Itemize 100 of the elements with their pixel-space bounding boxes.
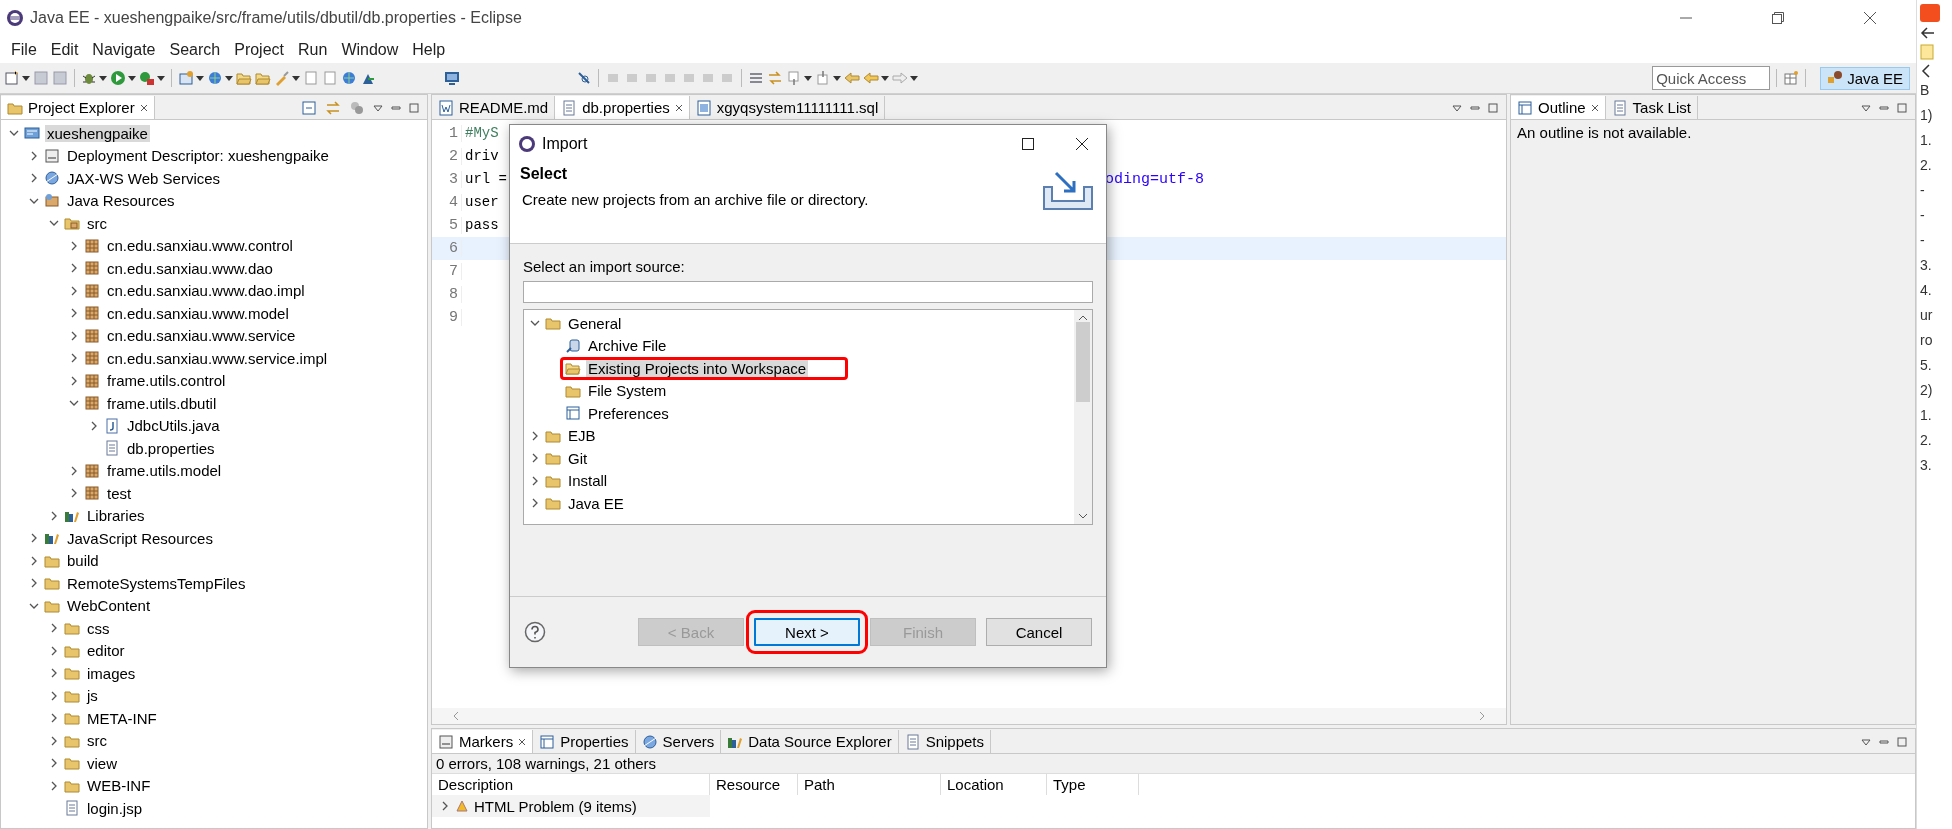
dialog-button[interactable]: Cancel <box>986 618 1092 646</box>
tree-item[interactable]: Deployment Descriptor: xueshengpaike <box>65 147 331 165</box>
globe-icon[interactable] <box>341 70 357 86</box>
menu-item[interactable]: File <box>4 40 44 59</box>
tree-item[interactable]: META-INF <box>85 709 159 727</box>
chevron-right-icon[interactable] <box>69 308 79 319</box>
tree-item[interactable]: frame.utils.model <box>105 462 224 480</box>
tree-item[interactable]: RemoteSystemsTempFiles <box>65 574 248 592</box>
chevron-right-icon[interactable] <box>89 420 99 431</box>
tree-item[interactable]: File System <box>586 382 669 400</box>
menu-item[interactable]: Help <box>405 40 453 59</box>
tree-item[interactable]: cn.edu.sanxiau.www.dao <box>105 259 275 277</box>
chevron-right-icon[interactable] <box>69 353 79 364</box>
tree-item[interactable]: xueshengpaike <box>45 124 150 142</box>
view-menu-icon[interactable] <box>1452 102 1463 113</box>
tree-item[interactable]: cn.edu.sanxiau.www.control <box>105 237 295 255</box>
tree-item[interactable]: Existing Projects into Workspace <box>586 359 809 377</box>
tree-item[interactable]: EJB <box>566 427 598 445</box>
quick-access-field[interactable]: Quick Access <box>1652 66 1771 90</box>
scroll-right-icon[interactable] <box>1478 711 1487 721</box>
tree-item[interactable]: css <box>85 619 112 637</box>
menu-item[interactable]: Project <box>227 40 291 59</box>
chevron-right-icon[interactable] <box>49 713 59 724</box>
tree-item[interactable]: editor <box>85 642 127 660</box>
column-header[interactable]: Resource <box>710 774 798 795</box>
menu-item[interactable]: Search <box>162 40 228 59</box>
chevron-right-icon[interactable] <box>29 533 39 544</box>
caret-icon[interactable] <box>196 74 204 82</box>
tree-item[interactable]: images <box>85 664 138 682</box>
tree-item[interactable]: Git <box>566 449 590 467</box>
close-icon[interactable] <box>1076 138 1088 150</box>
caret-icon[interactable] <box>22 74 30 82</box>
view-tab[interactable]: Outline <box>1511 96 1606 119</box>
menu-item[interactable]: Run <box>291 40 335 59</box>
caret-icon[interactable] <box>804 74 812 82</box>
view-menu-icon[interactable] <box>373 102 383 113</box>
chevron-right-icon[interactable] <box>69 330 79 341</box>
arrow-left-icon[interactable] <box>1920 25 1937 41</box>
tree-item[interactable]: General <box>566 314 624 332</box>
caret-icon[interactable] <box>157 74 165 82</box>
caret-icon[interactable] <box>833 74 841 82</box>
globe-icon[interactable] <box>207 70 223 86</box>
tree-item[interactable]: Preferences <box>586 404 671 422</box>
close-icon[interactable] <box>1864 12 1877 24</box>
chevron-right-icon[interactable] <box>49 623 59 634</box>
close-icon[interactable] <box>518 737 527 746</box>
filter-field[interactable] <box>523 281 1093 303</box>
chevron-right-icon[interactable] <box>29 173 39 184</box>
tree-item[interactable]: Java EE <box>566 494 626 512</box>
tree-item[interactable]: build <box>65 552 101 570</box>
play-icon[interactable] <box>110 70 126 86</box>
tree-item[interactable]: WebContent <box>65 597 153 615</box>
close-icon[interactable] <box>1590 103 1599 112</box>
tree-item[interactable]: login.jsp <box>85 799 145 817</box>
chevron-right-icon[interactable] <box>49 690 59 701</box>
chevron-right-icon[interactable] <box>49 510 59 521</box>
maximize-icon[interactable] <box>1022 138 1034 150</box>
run-icon[interactable] <box>139 70 155 86</box>
chevron-right-icon[interactable] <box>69 285 79 296</box>
menu-item[interactable]: Window <box>334 40 406 59</box>
tree-item[interactable]: JAX-WS Web Services <box>65 169 223 187</box>
chevron-right-icon[interactable] <box>530 430 540 441</box>
chevron-right-icon[interactable] <box>49 758 59 769</box>
tree-item[interactable]: src <box>85 732 109 750</box>
tree-item[interactable]: Java Resources <box>65 192 177 210</box>
close-icon[interactable] <box>139 103 148 112</box>
open-perspective-icon[interactable] <box>1783 70 1800 86</box>
tree-item[interactable]: Libraries <box>85 507 147 525</box>
tree-item[interactable]: cn.edu.sanxiau.www.dao.impl <box>105 282 307 300</box>
column-header[interactable]: Location <box>941 774 1047 795</box>
tree-item[interactable]: test <box>105 484 134 502</box>
scroll-left-icon[interactable] <box>452 711 460 721</box>
menu-item[interactable]: Edit <box>43 40 86 59</box>
scroll-down-icon[interactable] <box>1078 512 1088 520</box>
chevron-right-icon[interactable] <box>69 465 79 476</box>
chevron-right-icon[interactable] <box>530 453 540 464</box>
view-tab[interactable]: Markers <box>432 730 534 753</box>
column-header[interactable]: Path <box>798 774 941 795</box>
tree-item[interactable]: frame.utils.dbutil <box>105 394 219 412</box>
chevron-right-icon[interactable] <box>49 780 59 791</box>
chevron-right-icon[interactable] <box>49 645 59 656</box>
pin-icon[interactable] <box>576 70 592 86</box>
tree-item[interactable]: JavaScript Resources <box>65 529 215 547</box>
chevron-right-icon[interactable] <box>29 150 39 161</box>
chevron-right-icon[interactable] <box>49 735 59 746</box>
scroll-up-icon[interactable] <box>1078 314 1088 322</box>
restore-icon[interactable] <box>1772 12 1785 24</box>
tree-item[interactable]: Install <box>566 472 610 490</box>
chevron-right-icon[interactable] <box>49 668 59 679</box>
tree-item[interactable]: WEB-INF <box>85 777 153 795</box>
list-icon[interactable] <box>748 70 764 86</box>
help-icon[interactable] <box>524 621 546 643</box>
monitor-icon[interactable] <box>444 70 460 86</box>
tree-item[interactable]: view <box>85 754 119 772</box>
chevron-right-icon[interactable] <box>69 240 79 251</box>
chevron-right-icon[interactable] <box>530 498 540 509</box>
chevron-right-icon[interactable] <box>69 375 79 386</box>
tree-item[interactable]: cn.edu.sanxiau.www.service.impl <box>105 349 330 367</box>
view-menu-icon[interactable] <box>1861 736 1872 747</box>
tree-item[interactable]: js <box>85 687 100 705</box>
